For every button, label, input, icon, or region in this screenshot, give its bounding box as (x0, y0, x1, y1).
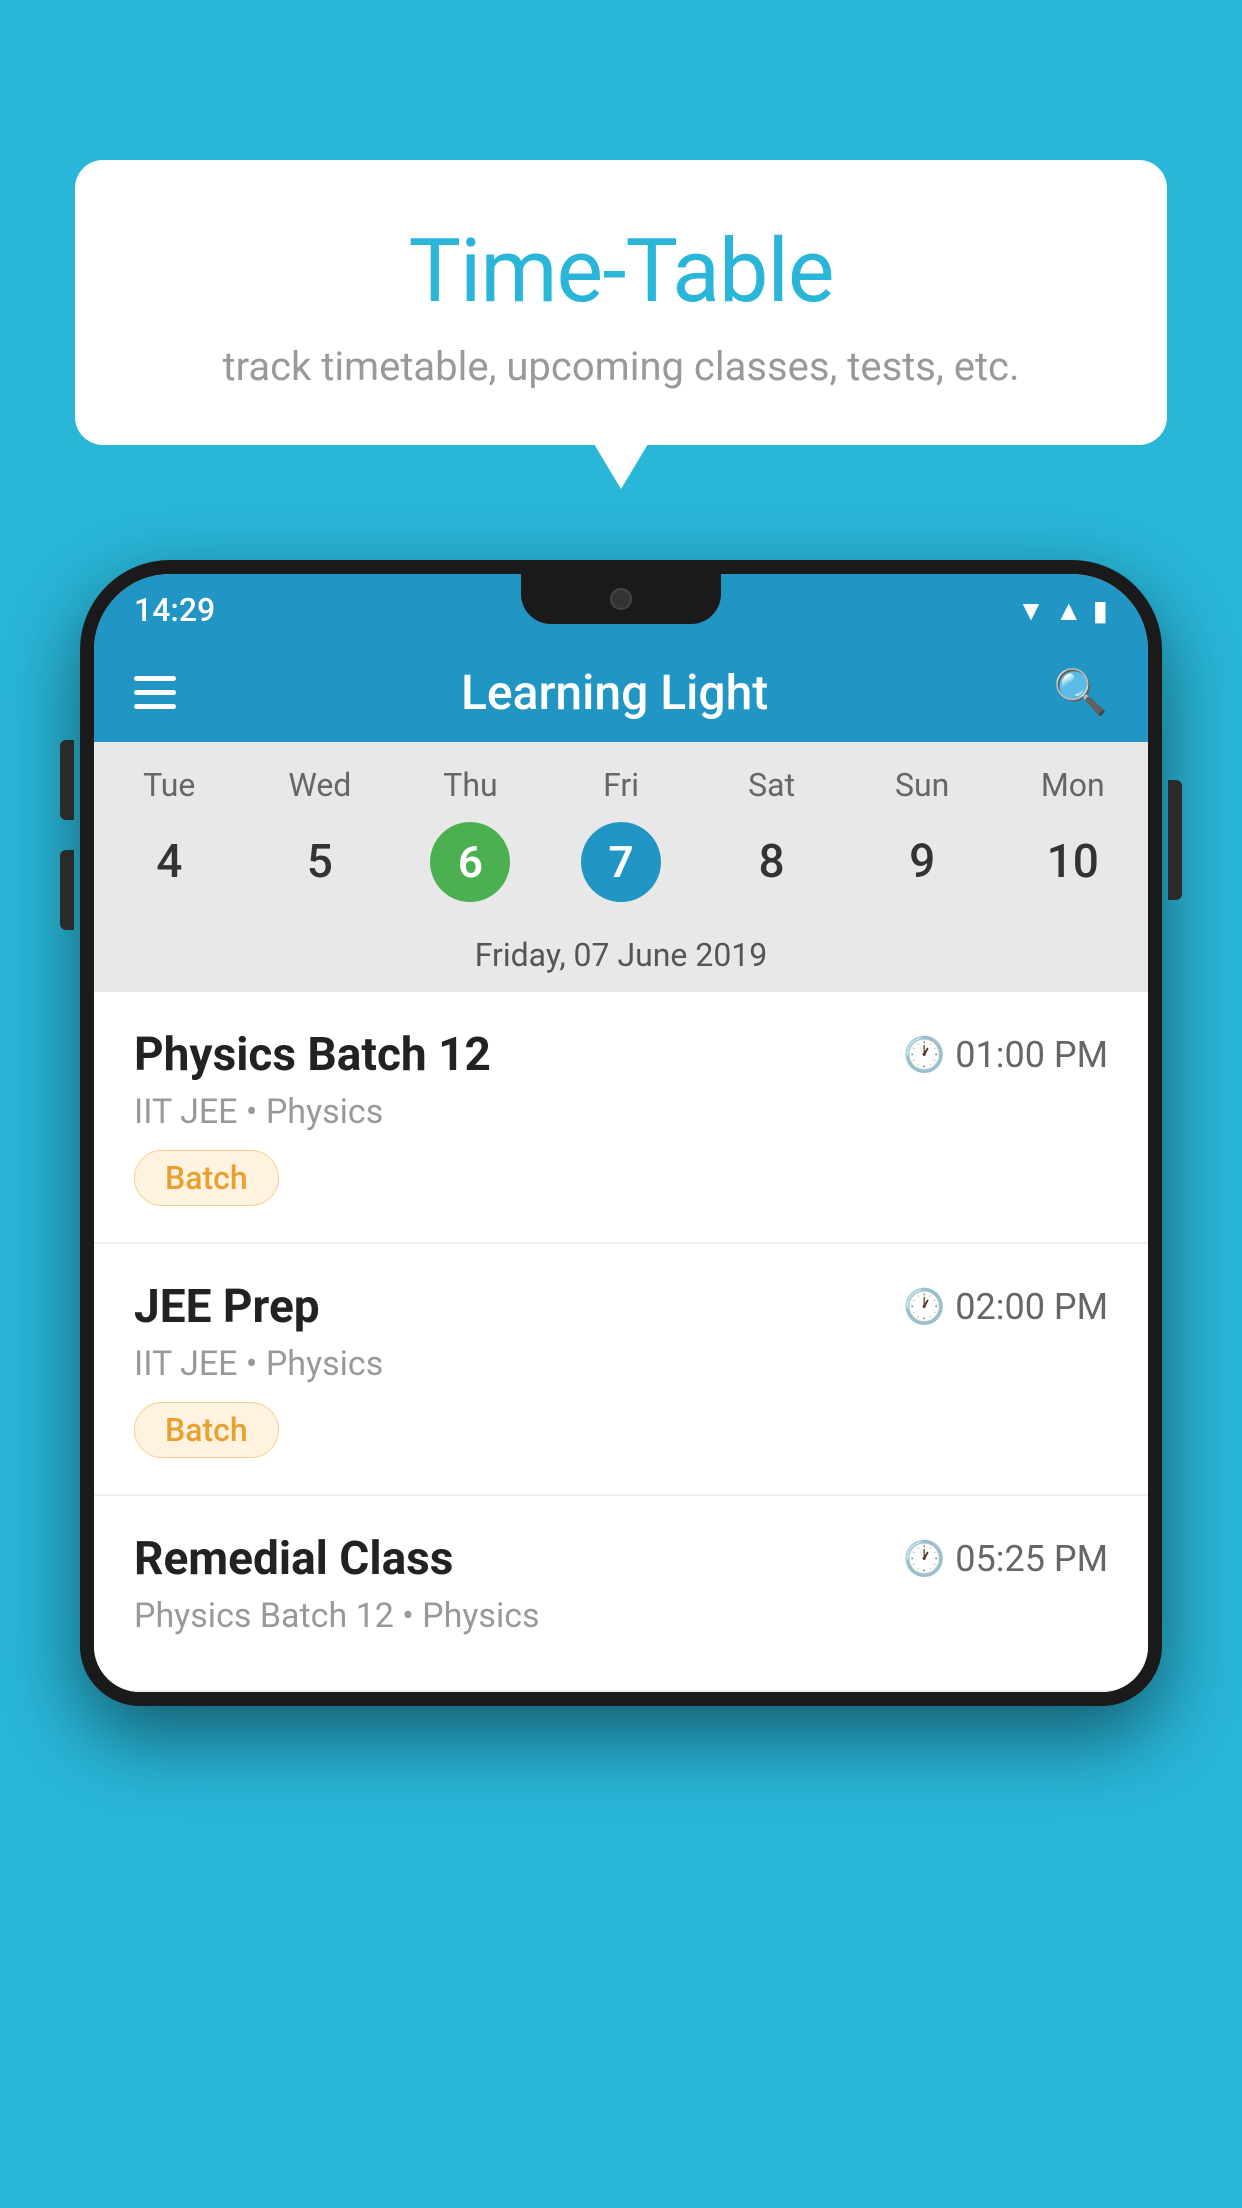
tooltip-title: Time-Table (135, 220, 1107, 323)
schedule-item-3[interactable]: Remedial Class 🕐 05:25 PM Physics Batch … (94, 1496, 1148, 1692)
clock-icon-1: 🕐 (903, 1035, 945, 1075)
schedule-item-1-time: 🕐 01:00 PM (903, 1034, 1108, 1076)
status-icons: ▼ ▲ ▮ (1017, 594, 1108, 627)
schedule-item-2-time-text: 02:00 PM (955, 1286, 1108, 1328)
power-button (1168, 780, 1182, 900)
menu-icon[interactable] (134, 676, 176, 709)
schedule-item-1-title: Physics Batch 12 (134, 1028, 491, 1082)
schedule-item-2[interactable]: JEE Prep 🕐 02:00 PM IIT JEE • Physics Ba… (94, 1244, 1148, 1496)
signal-icon: ▲ (1055, 594, 1083, 627)
schedule-item-2-header: JEE Prep 🕐 02:00 PM (134, 1280, 1108, 1334)
day-header-thu[interactable]: Thu (395, 766, 546, 804)
volume-button-2 (60, 850, 74, 930)
day-10[interactable]: 10 (997, 835, 1148, 889)
phone-shell: 14:29 ▼ ▲ ▮ Learning Light 🔍 (80, 560, 1162, 1706)
day-header-wed[interactable]: Wed (245, 766, 396, 804)
day-header-tue[interactable]: Tue (94, 766, 245, 804)
tooltip-card: Time-Table track timetable, upcoming cla… (75, 160, 1167, 445)
tooltip-subtitle: track timetable, upcoming classes, tests… (135, 343, 1107, 390)
schedule-item-2-time: 🕐 02:00 PM (903, 1286, 1108, 1328)
day-header-sun[interactable]: Sun (847, 766, 998, 804)
day-header-sat[interactable]: Sat (696, 766, 847, 804)
phone-screen: 14:29 ▼ ▲ ▮ Learning Light 🔍 (94, 574, 1148, 1692)
schedule-item-3-title: Remedial Class (134, 1532, 453, 1586)
schedule-item-1-header: Physics Batch 12 🕐 01:00 PM (134, 1028, 1108, 1082)
schedule-item-1-sub: IIT JEE • Physics (134, 1092, 1108, 1132)
battery-icon: ▮ (1093, 594, 1108, 627)
day-9[interactable]: 9 (847, 835, 998, 889)
day-4[interactable]: 4 (94, 835, 245, 889)
schedule-item-3-time-text: 05:25 PM (955, 1538, 1108, 1580)
schedule-item-1-time-text: 01:00 PM (955, 1034, 1108, 1076)
schedule-item-3-header: Remedial Class 🕐 05:25 PM (134, 1532, 1108, 1586)
schedule-item-2-title: JEE Prep (134, 1280, 320, 1334)
day-headers: Tue Wed Thu Fri Sat Sun Mon (94, 742, 1148, 814)
batch-badge-2: Batch (134, 1402, 279, 1458)
calendar-strip: Tue Wed Thu Fri Sat Sun Mon 4 5 6 7 (94, 742, 1148, 992)
day-5[interactable]: 5 (245, 835, 396, 889)
schedule-item-2-sub: IIT JEE • Physics (134, 1344, 1108, 1384)
schedule-list: Physics Batch 12 🕐 01:00 PM IIT JEE • Ph… (94, 992, 1148, 1692)
schedule-item-1[interactable]: Physics Batch 12 🕐 01:00 PM IIT JEE • Ph… (94, 992, 1148, 1244)
selected-date: Friday, 07 June 2019 (94, 922, 1148, 992)
day-7[interactable]: 7 (546, 822, 697, 902)
status-time: 14:29 (134, 591, 215, 629)
clock-icon-2: 🕐 (903, 1287, 945, 1327)
camera (610, 588, 632, 610)
day-8[interactable]: 8 (696, 835, 847, 889)
phone-wrapper: 14:29 ▼ ▲ ▮ Learning Light 🔍 (80, 560, 1162, 2208)
batch-badge-1: Batch (134, 1150, 279, 1206)
day-circle-today[interactable]: 6 (430, 822, 510, 902)
clock-icon-3: 🕐 (903, 1539, 945, 1579)
phone-notch (521, 574, 721, 624)
app-header: Learning Light 🔍 (94, 642, 1148, 742)
day-numbers: 4 5 6 7 8 9 10 (94, 814, 1148, 922)
search-icon[interactable]: 🔍 (1053, 666, 1108, 718)
app-title: Learning Light (461, 664, 768, 721)
day-header-fri[interactable]: Fri (546, 766, 697, 804)
day-header-mon[interactable]: Mon (997, 766, 1148, 804)
schedule-item-3-time: 🕐 05:25 PM (903, 1538, 1108, 1580)
schedule-item-3-sub: Physics Batch 12 • Physics (134, 1596, 1108, 1636)
wifi-icon: ▼ (1017, 594, 1045, 627)
day-6[interactable]: 6 (395, 822, 546, 902)
volume-button (60, 740, 74, 820)
day-circle-selected[interactable]: 7 (581, 822, 661, 902)
